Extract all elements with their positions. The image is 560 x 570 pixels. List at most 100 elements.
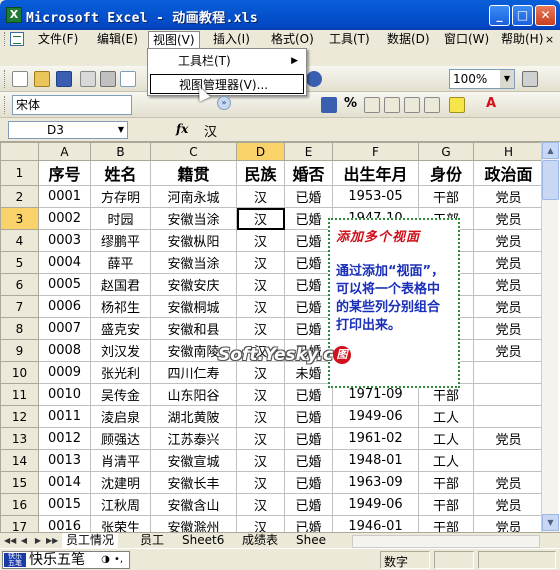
table-cell[interactable]: 已婚 bbox=[284, 273, 333, 296]
ime-logo-icon[interactable]: 快乐 五笔 bbox=[4, 553, 26, 567]
menu-format[interactable]: 格式(O) bbox=[267, 31, 318, 48]
table-cell[interactable]: 江苏泰兴 bbox=[150, 427, 237, 450]
table-cell[interactable]: 党员 bbox=[473, 339, 544, 362]
row-header[interactable]: 7 bbox=[0, 295, 39, 318]
table-cell[interactable]: 党员 bbox=[473, 251, 544, 274]
menu-tools[interactable]: 工具(T) bbox=[325, 31, 374, 48]
row-header[interactable]: 1 bbox=[0, 160, 39, 186]
table-cell[interactable]: 赵国君 bbox=[90, 273, 151, 296]
insert-function-button[interactable]: fx bbox=[176, 122, 188, 136]
table-cell[interactable]: 党员 bbox=[473, 273, 544, 296]
table-cell[interactable]: 汉 bbox=[236, 383, 285, 406]
column-header[interactable]: H bbox=[473, 142, 544, 161]
column-header[interactable]: B bbox=[90, 142, 151, 161]
sheet-tab[interactable]: Shee bbox=[292, 533, 330, 549]
header-cell[interactable]: 出生年月 bbox=[332, 160, 419, 186]
print-icon[interactable] bbox=[100, 71, 116, 87]
table-cell[interactable]: 刘汉发 bbox=[90, 339, 151, 362]
save-icon[interactable] bbox=[56, 71, 72, 87]
name-box[interactable]: D3 ▼ bbox=[8, 121, 128, 139]
decrease-indent-icon[interactable] bbox=[404, 97, 420, 113]
table-cell[interactable]: 湖北黄陂 bbox=[150, 405, 237, 428]
table-cell[interactable]: 汉 bbox=[236, 229, 285, 252]
half-width-icon[interactable]: ◑ bbox=[100, 554, 111, 565]
table-cell[interactable]: 已婚 bbox=[284, 449, 333, 472]
font-name-box[interactable]: 宋体 bbox=[12, 95, 132, 115]
close-workbook-icon[interactable]: × bbox=[543, 33, 556, 46]
table-cell[interactable] bbox=[473, 383, 544, 406]
header-cell[interactable]: 籍贯 bbox=[150, 160, 237, 186]
table-cell[interactable]: 0013 bbox=[38, 449, 91, 472]
table-cell[interactable]: 0008 bbox=[38, 339, 91, 362]
menu-help[interactable]: 帮助(H) bbox=[497, 31, 547, 48]
table-cell[interactable]: 已婚 bbox=[284, 229, 333, 252]
table-cell[interactable]: 0005 bbox=[38, 273, 91, 296]
table-cell[interactable]: 工人 bbox=[418, 427, 474, 450]
table-cell[interactable]: 汉 bbox=[236, 317, 285, 340]
table-cell[interactable]: 1949-06 bbox=[332, 493, 419, 516]
row-header[interactable]: 9 bbox=[0, 339, 39, 362]
table-cell[interactable]: 安徽长丰 bbox=[150, 471, 237, 494]
active-cell[interactable]: 汉 bbox=[236, 207, 285, 230]
punctuation-icon[interactable]: •, bbox=[113, 554, 124, 565]
table-cell[interactable]: 汉 bbox=[236, 295, 285, 318]
table-cell[interactable]: 张荣生 bbox=[90, 515, 151, 532]
last-sheet-icon[interactable]: ▶▶ bbox=[46, 535, 58, 547]
table-cell[interactable]: 1946-01 bbox=[332, 515, 419, 532]
row-header[interactable]: 4 bbox=[0, 229, 39, 252]
toolbar-grip[interactable] bbox=[4, 70, 7, 88]
scroll-up-icon[interactable]: ▲ bbox=[542, 142, 559, 159]
menubar-grip[interactable] bbox=[4, 32, 7, 46]
open-icon[interactable] bbox=[34, 71, 50, 87]
menu-item-toolbars[interactable]: 工具栏(T) ▶ bbox=[150, 51, 304, 71]
header-cell[interactable]: 民族 bbox=[236, 160, 285, 186]
table-cell[interactable]: 0007 bbox=[38, 317, 91, 340]
sheet-tab[interactable]: 成绩表 bbox=[238, 533, 283, 549]
row-header[interactable]: 11 bbox=[0, 383, 39, 406]
table-cell[interactable]: 汉 bbox=[236, 515, 285, 532]
workbook-icon[interactable] bbox=[10, 32, 24, 46]
table-cell[interactable]: 1961-02 bbox=[332, 427, 419, 450]
expand-menu-icon[interactable]: » bbox=[217, 96, 231, 110]
menu-data[interactable]: 数据(D) bbox=[383, 31, 434, 48]
table-cell[interactable]: 山东阳谷 bbox=[150, 383, 237, 406]
table-cell[interactable]: 0006 bbox=[38, 295, 91, 318]
table-cell[interactable]: 已婚 bbox=[284, 405, 333, 428]
table-cell[interactable]: 党员 bbox=[473, 427, 544, 450]
row-header[interactable]: 2 bbox=[0, 185, 39, 208]
table-cell[interactable]: 党员 bbox=[473, 471, 544, 494]
table-cell[interactable] bbox=[473, 449, 544, 472]
column-header[interactable]: A bbox=[38, 142, 91, 161]
table-cell[interactable]: 张光利 bbox=[90, 361, 151, 384]
table-cell[interactable]: 工人 bbox=[418, 405, 474, 428]
first-sheet-icon[interactable]: ◀◀ bbox=[4, 535, 16, 547]
table-cell[interactable]: 安徽当涂 bbox=[150, 207, 237, 230]
table-cell[interactable]: 已婚 bbox=[284, 251, 333, 274]
new-icon[interactable] bbox=[12, 71, 28, 87]
table-cell[interactable]: 安徽安庆 bbox=[150, 273, 237, 296]
table-cell[interactable]: 吴传金 bbox=[90, 383, 151, 406]
table-cell[interactable]: 0011 bbox=[38, 405, 91, 428]
table-cell[interactable]: 时园 bbox=[90, 207, 151, 230]
header-cell[interactable]: 身份 bbox=[418, 160, 474, 186]
table-cell[interactable]: 0010 bbox=[38, 383, 91, 406]
table-cell[interactable]: 肖清平 bbox=[90, 449, 151, 472]
table-cell[interactable]: 党员 bbox=[473, 207, 544, 230]
table-cell[interactable]: 汉 bbox=[236, 273, 285, 296]
table-cell[interactable]: 杨祁生 bbox=[90, 295, 151, 318]
table-cell[interactable]: 汉 bbox=[236, 185, 285, 208]
chevron-down-icon[interactable]: ▼ bbox=[116, 123, 126, 137]
table-cell[interactable]: 安徽含山 bbox=[150, 493, 237, 516]
table-cell[interactable]: 安徽滁州 bbox=[150, 515, 237, 532]
row-header[interactable]: 12 bbox=[0, 405, 39, 428]
header-cell[interactable]: 婚否 bbox=[284, 160, 333, 186]
column-header[interactable]: C bbox=[150, 142, 237, 161]
table-cell[interactable]: 沈建明 bbox=[90, 471, 151, 494]
row-header[interactable]: 6 bbox=[0, 273, 39, 296]
chevron-down-icon[interactable]: ▼ bbox=[500, 70, 514, 88]
percent-style-button[interactable]: % bbox=[344, 96, 357, 111]
worksheet-grid[interactable]: A B C D E F G H 1 序号 姓名 籍贯 民族 婚否 出生年月 身份 政治面 2 000… bbox=[0, 142, 560, 532]
borders-icon[interactable] bbox=[424, 97, 440, 113]
column-header[interactable]: F bbox=[332, 142, 419, 161]
ime-toolbar[interactable]: 快乐 五笔 快乐五笔 ◑ •, bbox=[2, 551, 130, 569]
